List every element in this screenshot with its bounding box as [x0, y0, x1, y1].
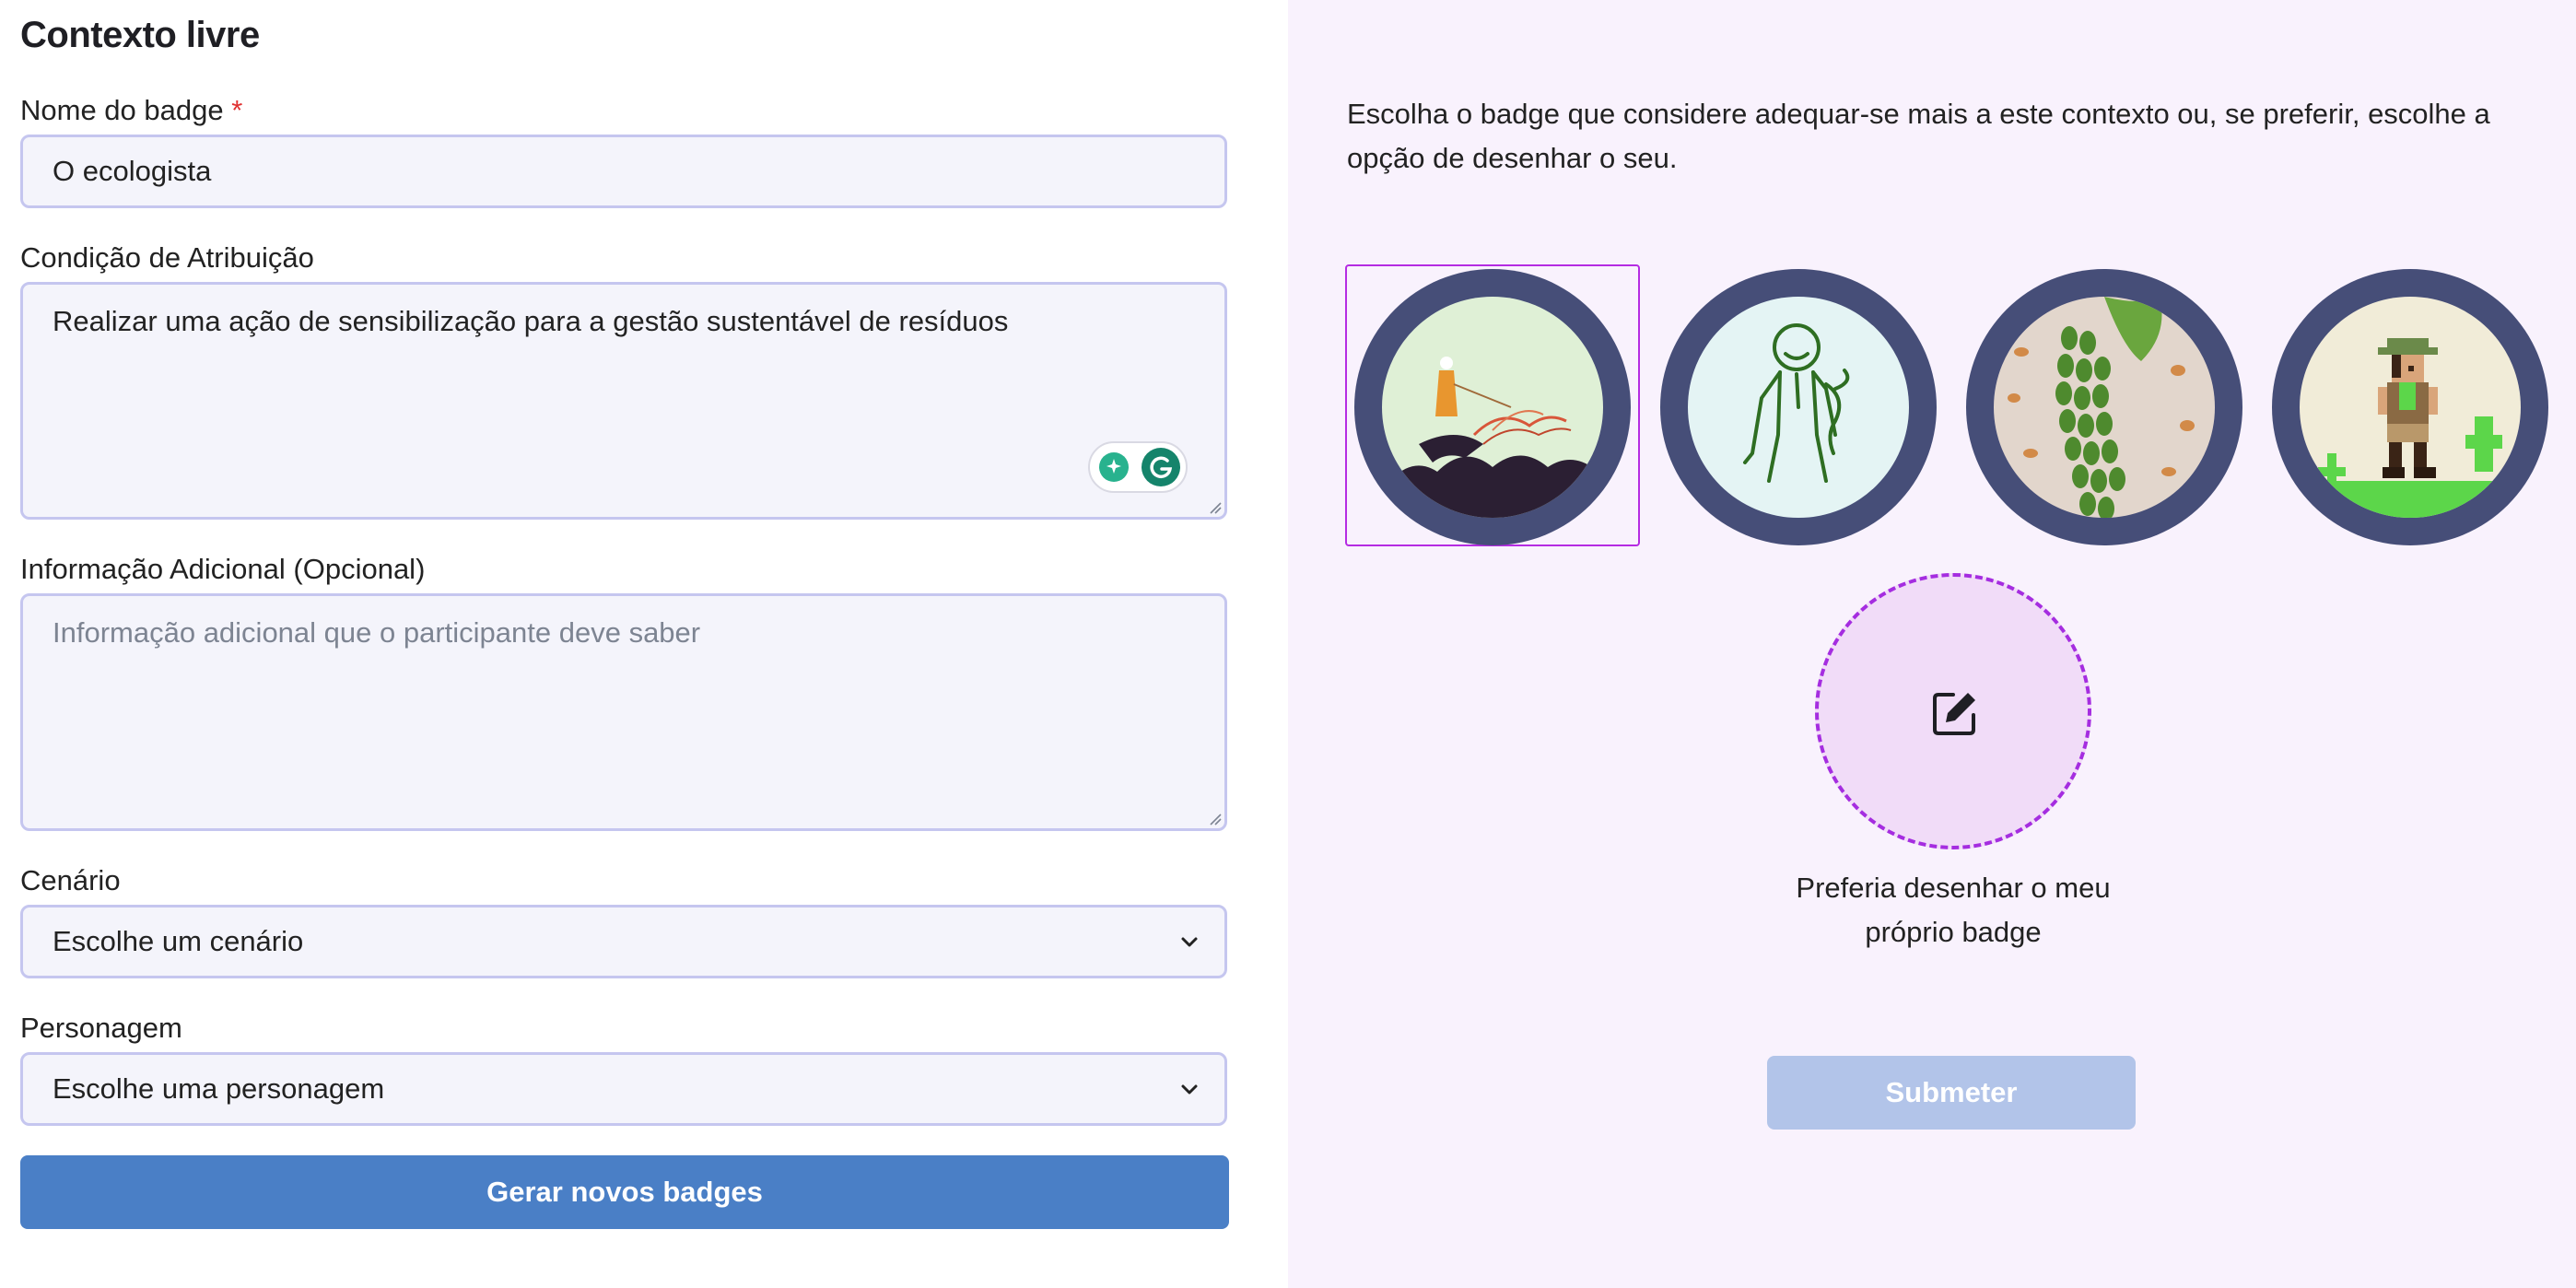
condition-value: Realizar uma ação de sensibilização para… [53, 305, 1009, 337]
grammarly-lightbulb-icon[interactable] [1097, 451, 1130, 484]
scenario-label: Cenário [20, 864, 121, 896]
draw-own-badge-option[interactable] [1815, 573, 2091, 849]
character-select[interactable]: Escolhe uma personagem [20, 1052, 1227, 1126]
scenario-value: Escolhe um cenário [53, 925, 304, 957]
edit-icon [1933, 693, 1975, 735]
extra-info-textarea[interactable]: Informação adicional que o participante … [20, 593, 1227, 831]
badge-form-panel: Contexto livre Nome do badge * O ecologi… [0, 0, 1288, 1288]
submit-button[interactable]: Submeter [1767, 1056, 2136, 1130]
condition-textarea[interactable]: Realizar uma ação de sensibilização para… [20, 282, 1227, 520]
resize-handle-icon[interactable] [1209, 501, 1222, 514]
chevron-down-icon [1181, 1084, 1198, 1095]
badge-option-4[interactable] [2272, 269, 2548, 545]
page-title: Contexto livre [20, 15, 260, 55]
character-label: Personagem [20, 1012, 182, 1044]
badge-1-image [1382, 297, 1603, 518]
extra-info-label: Informação Adicional (Opcional) [20, 553, 426, 585]
badge-option-3[interactable] [1966, 269, 2242, 545]
grammarly-widget[interactable] [1088, 441, 1188, 493]
character-value: Escolhe uma personagem [53, 1072, 385, 1105]
badge-2-image [1688, 297, 1909, 518]
extra-info-placeholder: Informação adicional que o participante … [53, 616, 701, 649]
badge-name-label-text: Nome do badge [20, 94, 224, 126]
grammarly-g-icon[interactable] [1142, 448, 1180, 486]
badge-option-2[interactable] [1660, 269, 1937, 545]
badge-name-label: Nome do badge * [20, 94, 242, 127]
draw-own-badge-label: Preferia desenhar o meu próprio badge [1796, 872, 2111, 948]
badge-name-value: O ecologista [53, 155, 212, 187]
required-mark: * [231, 94, 243, 126]
condition-label: Condição de Atribuição [20, 241, 314, 274]
badge-4-image [2300, 297, 2521, 518]
scenario-select[interactable]: Escolhe um cenário [20, 905, 1227, 978]
badge-name-input[interactable]: O ecologista [20, 135, 1227, 208]
badge-3-image [1994, 297, 2215, 518]
picker-intro-text: Escolha o badge que considere adequar-se… [1347, 98, 2490, 174]
generate-badges-button[interactable]: Gerar novos badges [20, 1155, 1229, 1229]
chevron-down-icon [1181, 937, 1198, 947]
badge-option-1[interactable] [1354, 269, 1631, 545]
resize-handle-icon[interactable] [1209, 813, 1222, 825]
